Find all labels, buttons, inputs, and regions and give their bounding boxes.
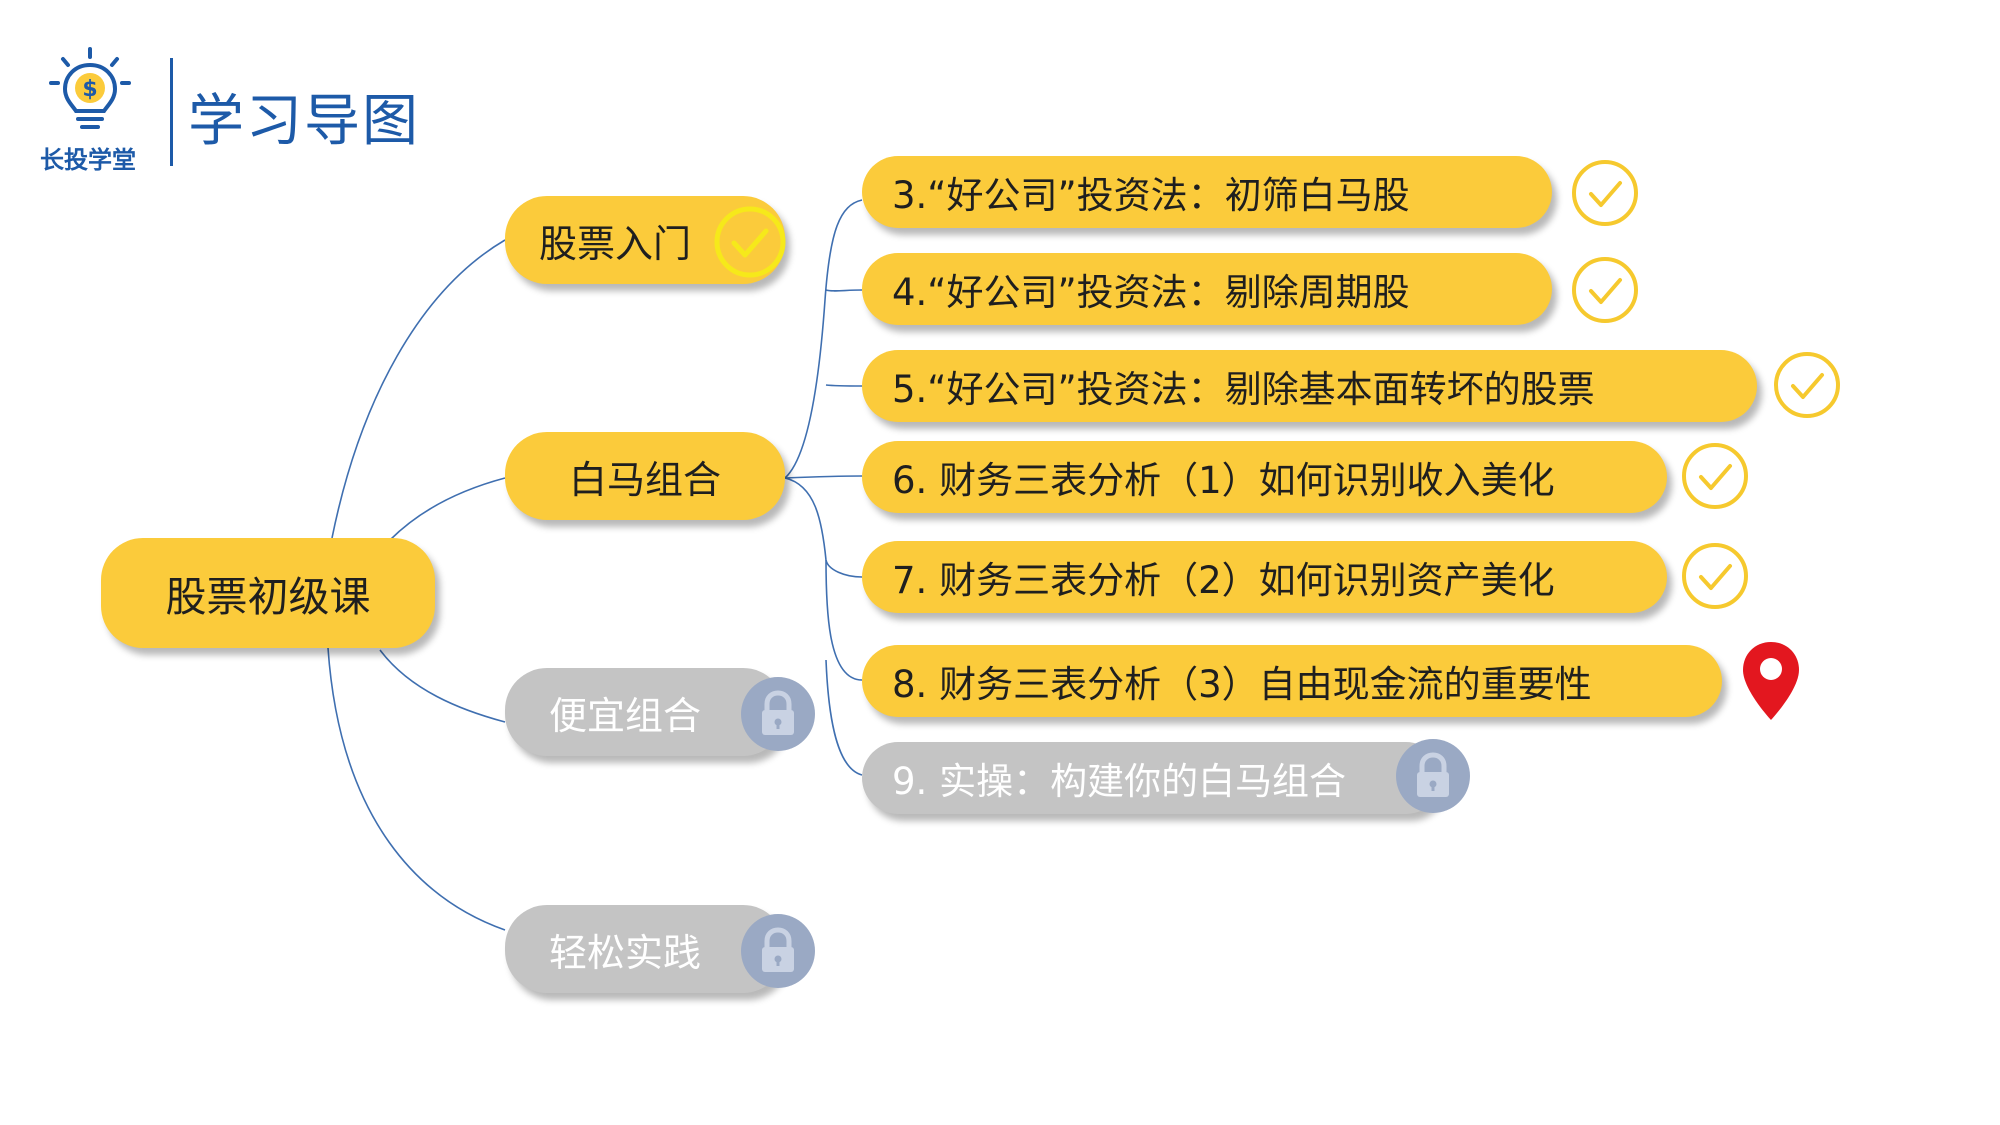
connector-branch-to-lesson-5 bbox=[825, 384, 863, 387]
lesson-3[interactable]: 3.“好公司”投资法：初筛白马股 bbox=[862, 156, 1552, 228]
lesson-label: 8. 财务三表分析（3）自由现金流的重要性 bbox=[892, 663, 1592, 706]
lesson-label: 6. 财务三表分析（1）如何识别收入美化 bbox=[892, 459, 1555, 502]
lock-icon bbox=[740, 676, 816, 752]
lock-icon bbox=[740, 913, 816, 989]
lesson-9: 9. 实操：构建你的白马组合 bbox=[862, 742, 1442, 814]
connector-branch-to-lesson-9 bbox=[825, 659, 863, 776]
lesson-label: 3.“好公司”投资法：初筛白马股 bbox=[892, 174, 1410, 217]
header-divider bbox=[170, 58, 173, 166]
lesson-5[interactable]: 5.“好公司”投资法：剔除基本面转坏的股票 bbox=[862, 350, 1757, 422]
logo-text: 长投学堂 bbox=[40, 146, 136, 174]
branch-label: 白马组合 bbox=[568, 457, 721, 502]
lesson-label: 5.“好公司”投资法：剔除基本面转坏的股票 bbox=[892, 368, 1595, 411]
lock-icon bbox=[1395, 738, 1471, 814]
branch-label: 便宜组合 bbox=[548, 693, 701, 738]
connector-root-to-gupiaorumen bbox=[331, 239, 506, 539]
check-icon bbox=[1570, 255, 1640, 325]
check-icon bbox=[1570, 158, 1640, 228]
lesson-7[interactable]: 7. 财务三表分析（2）如何识别资产美化 bbox=[862, 541, 1667, 613]
branch-label: 股票入门 bbox=[538, 221, 691, 266]
lesson-6[interactable]: 6. 财务三表分析（1）如何识别收入美化 bbox=[862, 441, 1667, 513]
check-icon bbox=[712, 204, 788, 280]
lesson-label: 7. 财务三表分析（2）如何识别资产美化 bbox=[892, 559, 1555, 602]
connector-branch-to-lesson-7 bbox=[784, 477, 863, 578]
lesson-4[interactable]: 4.“好公司”投资法：剔除周期股 bbox=[862, 253, 1552, 325]
lesson-label: 4.“好公司”投资法：剔除周期股 bbox=[892, 271, 1410, 314]
lesson-label: 9. 实操：构建你的白马组合 bbox=[892, 760, 1347, 803]
page-title: 学习导图 bbox=[188, 89, 420, 154]
branch-label: 轻松实践 bbox=[548, 930, 701, 975]
check-icon bbox=[1772, 350, 1842, 420]
connector-root-to-baimazuhe bbox=[389, 477, 506, 541]
lesson-8[interactable]: 8. 财务三表分析（3）自由现金流的重要性 bbox=[862, 645, 1722, 717]
connector-root-to-pianyizuhe bbox=[379, 649, 506, 723]
lightbulb-logo-icon: $ bbox=[45, 45, 135, 140]
svg-text:$: $ bbox=[82, 77, 97, 102]
check-icon bbox=[1680, 541, 1750, 611]
connector-branch-to-lesson-4 bbox=[825, 289, 863, 292]
connector-root-to-qingsongshijian bbox=[327, 647, 506, 931]
connector-branch-to-lesson-8 bbox=[825, 559, 863, 681]
branch-baimazuhe[interactable]: 白马组合 bbox=[505, 432, 785, 520]
connector-branch-to-lesson-6 bbox=[784, 475, 863, 479]
connector-branch-to-lesson-3 bbox=[784, 199, 863, 479]
location-pin-icon bbox=[1740, 640, 1802, 722]
check-icon bbox=[1680, 441, 1750, 511]
root-node[interactable]: 股票初级课 bbox=[101, 538, 435, 648]
